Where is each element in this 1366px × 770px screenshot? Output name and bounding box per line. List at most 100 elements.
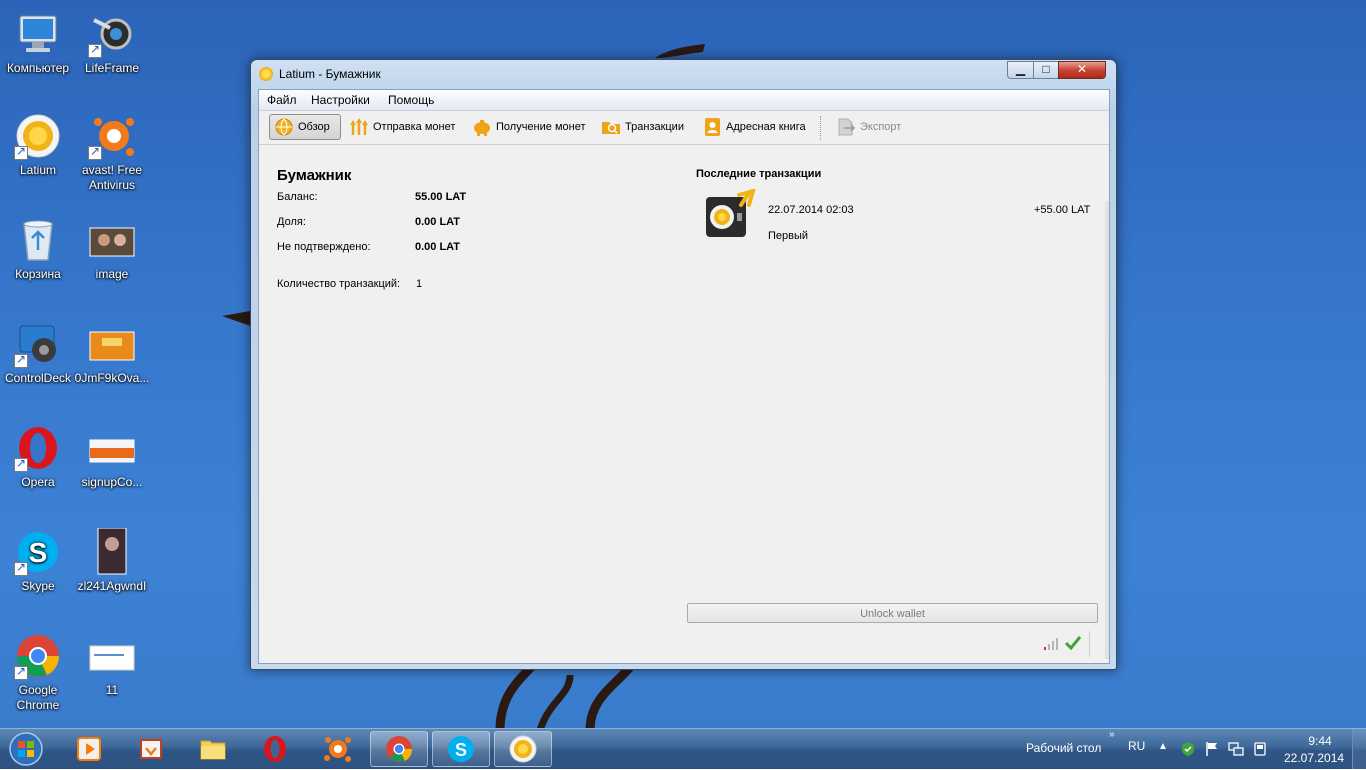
menu-help[interactable]: Помощь (388, 93, 434, 107)
latium-coin-icon (509, 735, 537, 763)
taskbar-skype[interactable]: S (432, 731, 490, 767)
show-desktop-button[interactable] (1352, 729, 1366, 769)
desktop-icon-label: image (95, 267, 129, 281)
ornament-tip (655, 44, 705, 58)
desktop-icon-label: Opera (21, 475, 55, 489)
toolbar-expand-icon[interactable]: » (1109, 729, 1115, 740)
transaction-amount: +55.00 LAT (1034, 204, 1091, 216)
desktop-icon-opera[interactable]: Opera (0, 424, 76, 490)
minimize-icon: ▁ (1015, 62, 1026, 76)
close-button[interactable]: ✕ (1058, 61, 1106, 79)
window-resize-edge (1105, 201, 1109, 659)
minimize-button[interactable]: ▁ (1007, 61, 1034, 79)
desktop-icon-label: 0JmF9kOva... (74, 371, 150, 385)
toolbar: Обзор Отправка монет Получение монет Тра… (259, 111, 1109, 145)
desktop-icon-0jmf9kova[interactable]: 0JmF9kOva... (74, 320, 150, 386)
close-icon: ✕ (1076, 62, 1088, 76)
wallet-title: Бумажник (277, 167, 352, 184)
desktop-icon-computer[interactable]: Компьютер (0, 10, 76, 76)
chrome-icon (386, 736, 413, 762)
tab-transactions-label: Транзакции (625, 121, 684, 133)
clock-time[interactable]: 9:44 (1300, 734, 1340, 748)
shortcut-arrow-icon (88, 42, 102, 58)
desktop-icon-label: Latium (19, 163, 57, 177)
desktop-icon-label: Компьютер (6, 61, 70, 75)
desktop-icon-signupco[interactable]: signupCo... (74, 424, 150, 490)
desktop-icon-chrome[interactable]: Google Chrome (0, 632, 76, 713)
received-transaction-icon (706, 189, 756, 237)
image-thumbnail-icon (89, 331, 135, 361)
tray-expand-icon[interactable]: ▲ (1158, 741, 1168, 752)
latium-app-icon (259, 67, 273, 81)
desktop-icon-image[interactable]: image (74, 216, 150, 282)
menu-file[interactable]: Файл (267, 93, 297, 107)
taskbar-avast[interactable] (308, 731, 366, 767)
image-thumbnail-icon (89, 439, 135, 463)
photo-thumbnail-icon (89, 227, 135, 257)
network-icon[interactable] (1228, 741, 1244, 757)
taskbar-opera[interactable] (246, 731, 304, 767)
package-icon (140, 739, 162, 759)
avast-icon (324, 737, 351, 762)
balance-value: 55.00 LAT (415, 191, 467, 203)
language-indicator[interactable]: RU (1128, 739, 1145, 753)
desktop-icon-label: avast! Free Antivirus (81, 163, 143, 192)
media-player-icon (77, 737, 101, 761)
export-button[interactable]: Экспорт (832, 114, 905, 140)
desktop-icon-zl241agwndi[interactable]: zl241AgwndI (74, 527, 150, 594)
tab-overview[interactable]: Обзор (269, 114, 341, 140)
windows-logo-icon (9, 732, 43, 766)
taskbar: S Рабочий стол » RU ▲ 9:44 22.07.2014 (0, 728, 1366, 769)
desktop-toolbar-label[interactable]: Рабочий стол (1026, 741, 1101, 755)
unconfirmed-label: Не подтверждено: (277, 241, 371, 253)
unconfirmed-value: 0.00 LAT (415, 241, 461, 253)
stake-value: 0.00 LAT (415, 216, 461, 228)
clock-date[interactable]: 22.07.2014 (1284, 751, 1344, 765)
desktop-icon-controldeck[interactable]: ControlDeck (0, 320, 76, 386)
desktop-icon-recycle-bin[interactable]: Корзина (0, 216, 76, 282)
device-icon[interactable] (1252, 741, 1268, 757)
security-shield-icon[interactable] (1180, 741, 1196, 757)
transaction-count-label: Количество транзакций: (277, 278, 401, 290)
maximize-button[interactable]: □ (1033, 61, 1059, 79)
shortcut-arrow-icon (14, 352, 28, 368)
desktop-icon-label: ControlDeck (4, 371, 72, 385)
desktop-icon-lifeframe[interactable]: LifeFrame (74, 10, 150, 76)
taskbar-app-2[interactable] (122, 731, 180, 767)
transaction-label: Первый (768, 230, 809, 242)
desktop-icon-skype[interactable]: S Skype (0, 528, 76, 594)
tab-transactions[interactable]: Транзакции (597, 114, 688, 140)
tab-send-coins[interactable]: Отправка монет (345, 114, 459, 140)
taskbar-media-player[interactable] (60, 731, 118, 767)
tab-address-book-label: Адресная книга (726, 121, 806, 133)
shortcut-arrow-icon (14, 456, 28, 472)
recycle-bin-icon (23, 220, 53, 261)
desktop: Компьютер Latium Корзина ControlDeck Ope… (0, 0, 1366, 728)
desktop-icon-latium[interactable]: Latium (0, 112, 76, 178)
maximize-icon: □ (1042, 62, 1050, 76)
tab-receive-coins[interactable]: Получение монет (468, 114, 590, 140)
recent-transactions-title: Последние транзакции (696, 168, 822, 180)
desktop-icon-label: Skype (21, 579, 55, 593)
start-button[interactable] (6, 731, 46, 767)
action-center-flag-icon[interactable] (1204, 741, 1220, 757)
desktop-icon-avast[interactable]: avast! Free Antivirus (74, 112, 150, 193)
shortcut-arrow-icon (88, 144, 102, 160)
balance-label: Баланс: (277, 191, 318, 203)
tab-address-book[interactable]: Адресная книга (698, 114, 810, 140)
export-label: Экспорт (860, 121, 902, 133)
desktop-icon-11[interactable]: 11 (74, 632, 150, 698)
menu-settings[interactable]: Настройки (311, 93, 370, 107)
desktop-icon-label: Корзина (15, 267, 61, 281)
taskbar-explorer[interactable] (184, 731, 242, 767)
overview-page: Бумажник Баланс: 55.00 LAT Доля: 0.00 LA… (259, 145, 1109, 663)
photo-thumbnail-icon (97, 527, 127, 575)
svg-text:S: S (29, 537, 48, 568)
unlock-wallet-button[interactable]: Unlock wallet (687, 603, 1098, 623)
folder-search-icon (602, 122, 620, 134)
title-bar[interactable]: Latium - Бумажник ▁ □ ✕ (251, 60, 1116, 88)
connection-signal-icon (1044, 638, 1058, 650)
taskbar-latium[interactable] (494, 731, 552, 767)
taskbar-chrome[interactable] (370, 731, 428, 767)
tab-overview-label: Обзор (298, 121, 330, 133)
